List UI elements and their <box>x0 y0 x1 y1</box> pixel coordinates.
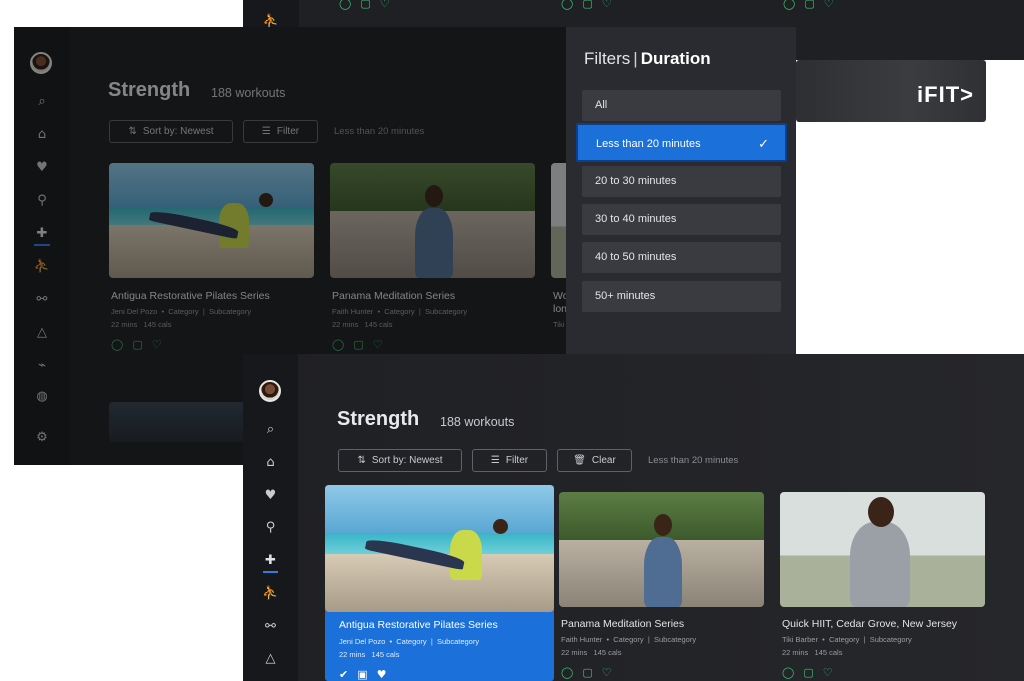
filter-option-20-30[interactable]: 20 to 30 minutes <box>582 166 781 197</box>
filter-option-50plus[interactable]: 50+ minutes <box>582 281 781 312</box>
filter-option-lt20[interactable]: Less than 20 minutes ✓ <box>576 123 787 162</box>
page-title: Strength <box>337 408 420 430</box>
yoga-icon[interactable]: ⚲ <box>243 520 298 536</box>
filter-option-40-50[interactable]: 40 to 50 minutes <box>582 242 781 273</box>
heart-icon[interactable]: ♡ <box>380 0 390 10</box>
filter-option-all[interactable]: All <box>582 90 781 121</box>
check-icon: ✓ <box>758 137 769 152</box>
card-title: Antigua Restorative Pilates Series <box>339 619 498 631</box>
workout-count: 188 workouts <box>440 415 515 429</box>
card-actions: ✔ ▣ ♥ <box>339 668 387 681</box>
heart-icon[interactable]: ♡ <box>602 666 612 679</box>
card-actions: ◯ ▢ ♡ <box>782 666 833 679</box>
check-circle-icon[interactable]: ◯ <box>782 666 794 679</box>
calendar-icon[interactable]: ▣ <box>357 668 367 681</box>
heart-icon[interactable]: ♡ <box>823 666 833 679</box>
clear-button[interactable]: 🗑 Clear <box>557 449 632 472</box>
promo-banner[interactable]: iFIT> <box>796 60 986 122</box>
card-stats: 22 mins 145 cals <box>339 650 400 659</box>
heart-icon[interactable]: ♡ <box>824 0 834 10</box>
search-icon[interactable]: ⌕ <box>243 422 298 438</box>
check-circle-icon[interactable]: ◯ <box>339 0 351 10</box>
calendar-icon[interactable]: ▢ <box>360 0 370 10</box>
avatar[interactable] <box>259 380 281 402</box>
sort-icon: ⇅ <box>357 455 366 466</box>
workout-thumbnail <box>780 492 985 607</box>
workout-card-selected[interactable]: Antigua Restorative Pilates Series Jeni … <box>325 485 554 681</box>
heart-icon[interactable]: ♡ <box>602 0 612 10</box>
calendar-icon[interactable]: ▢ <box>582 0 592 10</box>
strength-icon[interactable]: ✚ <box>243 553 298 569</box>
screen-front: ⌕ ⌂ ♥ ⚲ ✚ ⛹ ⚯ △ Strength 188 workouts ⇅ S… <box>243 354 1024 681</box>
workout-thumbnail <box>325 485 554 612</box>
check-circle-icon[interactable]: ◯ <box>561 0 573 10</box>
card-meta: Jeni Del Pozo • Category | Subcategory <box>339 637 480 646</box>
bike-icon[interactable]: ⚯ <box>243 619 298 635</box>
calendar-icon[interactable]: ▢ <box>582 666 592 679</box>
filter-option-30-40[interactable]: 30 to 40 minutes <box>582 204 781 235</box>
workout-thumbnail <box>559 492 764 607</box>
sort-button[interactable]: ⇅ Sort by: Newest <box>338 449 462 472</box>
trash-icon: 🗑 <box>573 455 586 466</box>
active-indicator <box>263 571 278 573</box>
workout-card[interactable]: Panama Meditation Series Faith Hunter • … <box>559 492 764 681</box>
card-actions: ◯ ▢ ♡ <box>783 0 834 10</box>
filters-panel: Filters | Duration All Less than 20 minute… <box>566 27 796 354</box>
calendar-icon[interactable]: ▢ <box>803 666 813 679</box>
calendar-icon[interactable]: ▢ <box>804 0 814 10</box>
sliders-icon: ☰ <box>490 455 500 466</box>
card-actions: ◯ ▢ ♡ <box>339 0 390 10</box>
panel-title: Filters | Duration <box>584 49 711 68</box>
workout-card[interactable]: Quick HIIT, Cedar Grove, New Jersey Tiki… <box>780 492 985 681</box>
card-meta: Tiki Barber • Category | Subcategory <box>782 635 912 644</box>
card-title: Panama Meditation Series <box>561 618 685 630</box>
treadmill-icon[interactable]: ⛹ <box>243 586 298 602</box>
check-circle-icon[interactable]: ✔ <box>339 668 348 681</box>
check-circle-icon[interactable]: ◯ <box>783 0 795 10</box>
filter-button[interactable]: ☰ Filter <box>472 449 547 472</box>
incline-icon[interactable]: △ <box>243 651 298 667</box>
home-icon[interactable]: ⌂ <box>243 455 298 471</box>
card-stats: 22 mins 145 cals <box>561 648 622 657</box>
card-meta: Faith Hunter • Category | Subcategory <box>561 635 697 644</box>
card-title: Quick HIIT, Cedar Grove, New Jersey <box>782 618 958 630</box>
card-actions: ◯ ▢ ♡ <box>561 666 612 679</box>
heart-icon[interactable]: ♥ <box>377 668 387 681</box>
heart-icon[interactable]: ♥ <box>243 488 298 504</box>
check-circle-icon[interactable]: ◯ <box>561 666 573 679</box>
ifit-logo: iFIT> <box>917 82 974 107</box>
card-actions: ◯ ▢ ♡ <box>561 0 612 10</box>
active-filter-text: Less than 20 minutes <box>648 455 739 466</box>
card-stats: 22 mins 145 cals <box>782 648 843 657</box>
